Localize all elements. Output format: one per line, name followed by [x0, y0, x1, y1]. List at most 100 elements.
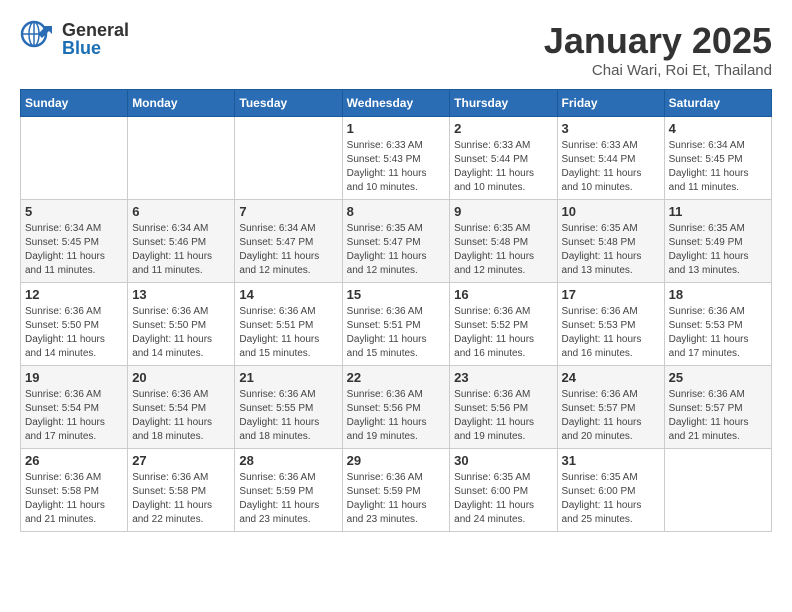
day-info: Sunrise: 6:36 AM Sunset: 5:51 PM Dayligh… — [239, 305, 337, 361]
day-number: 25 — [669, 370, 767, 385]
day-info: Sunrise: 6:36 AM Sunset: 5:58 PM Dayligh… — [25, 471, 123, 527]
weekday-header-wednesday: Wednesday — [342, 90, 450, 117]
day-number: 22 — [347, 370, 446, 385]
calendar-week-row: 5Sunrise: 6:34 AM Sunset: 5:45 PM Daylig… — [21, 200, 772, 283]
calendar-week-row: 12Sunrise: 6:36 AM Sunset: 5:50 PM Dayli… — [21, 283, 772, 366]
calendar-cell: 25 Sunrise: 6:36 AM Sunset: 5:57 PM Dayli… — [664, 366, 771, 449]
day-info: Sunrise: 6:34 AM Sunset: 5:47 PM Dayligh… — [239, 222, 337, 278]
day-number: 11 — [669, 204, 767, 219]
day-number: 20 — [132, 370, 230, 385]
calendar-cell: 4 Sunrise: 6:34 AM Sunset: 5:45 PM Daylig… — [664, 117, 771, 200]
day-number: 8 — [347, 204, 446, 219]
calendar-cell: 14 Sunrise: 6:36 AM Sunset: 5:51 PM Dayli… — [235, 283, 342, 366]
logo-icon — [20, 20, 58, 58]
day-info: Sunrise: 6:36 AM Sunset: 5:56 PM Dayligh… — [347, 388, 446, 444]
logo-general-text: General — [62, 21, 129, 39]
day-number: 14 — [239, 287, 337, 302]
day-number: 17 — [562, 287, 660, 302]
logo-blue-text: Blue — [62, 39, 129, 57]
calendar-cell: 10 Sunrise: 6:35 AM Sunset: 5:48 PM Dayli… — [557, 200, 664, 283]
calendar-cell: 7 Sunrise: 6:34 AM Sunset: 5:47 PM Daylig… — [235, 200, 342, 283]
day-info: Sunrise: 6:36 AM Sunset: 5:57 PM Dayligh… — [562, 388, 660, 444]
day-info: Sunrise: 6:36 AM Sunset: 5:50 PM Dayligh… — [25, 305, 123, 361]
calendar-cell: 1 Sunrise: 6:33 AM Sunset: 5:43 PM Daylig… — [342, 117, 450, 200]
calendar-cell: 3 Sunrise: 6:33 AM Sunset: 5:44 PM Daylig… — [557, 117, 664, 200]
day-info: Sunrise: 6:36 AM Sunset: 5:54 PM Dayligh… — [25, 388, 123, 444]
weekday-header-friday: Friday — [557, 90, 664, 117]
day-info: Sunrise: 6:35 AM Sunset: 5:48 PM Dayligh… — [454, 222, 552, 278]
day-info: Sunrise: 6:36 AM Sunset: 5:50 PM Dayligh… — [132, 305, 230, 361]
weekday-header-sunday: Sunday — [21, 90, 128, 117]
day-number: 31 — [562, 453, 660, 468]
calendar-week-row: 1 Sunrise: 6:33 AM Sunset: 5:43 PM Daylig… — [21, 117, 772, 200]
day-info: Sunrise: 6:35 AM Sunset: 5:49 PM Dayligh… — [669, 222, 767, 278]
day-info: Sunrise: 6:35 AM Sunset: 5:48 PM Dayligh… — [562, 222, 660, 278]
calendar-cell — [21, 117, 128, 200]
day-number: 9 — [454, 204, 552, 219]
calendar-week-row: 19 Sunrise: 6:36 AM Sunset: 5:54 PM Dayli… — [21, 366, 772, 449]
day-number: 13 — [132, 287, 230, 302]
calendar-cell — [235, 117, 342, 200]
day-info: Sunrise: 6:33 AM Sunset: 5:44 PM Dayligh… — [562, 139, 660, 195]
day-number: 27 — [132, 453, 230, 468]
weekday-header-thursday: Thursday — [450, 90, 557, 117]
day-info: Sunrise: 6:33 AM Sunset: 5:43 PM Dayligh… — [347, 139, 446, 195]
day-info: Sunrise: 6:36 AM Sunset: 5:57 PM Dayligh… — [669, 388, 767, 444]
calendar-cell: 9 Sunrise: 6:35 AM Sunset: 5:48 PM Daylig… — [450, 200, 557, 283]
calendar-cell: 21 Sunrise: 6:36 AM Sunset: 5:55 PM Dayli… — [235, 366, 342, 449]
day-number: 24 — [562, 370, 660, 385]
calendar-cell: 15 Sunrise: 6:36 AM Sunset: 5:51 PM Dayli… — [342, 283, 450, 366]
calendar-cell: 22 Sunrise: 6:36 AM Sunset: 5:56 PM Dayli… — [342, 366, 450, 449]
calendar-week-row: 26Sunrise: 6:36 AM Sunset: 5:58 PM Dayli… — [21, 449, 772, 532]
day-info: Sunrise: 6:36 AM Sunset: 5:59 PM Dayligh… — [239, 471, 337, 527]
day-info: Sunrise: 6:34 AM Sunset: 5:46 PM Dayligh… — [132, 222, 230, 278]
calendar-cell: 18 Sunrise: 6:36 AM Sunset: 5:53 PM Dayli… — [664, 283, 771, 366]
day-number: 6 — [132, 204, 230, 219]
calendar-cell: 31 Sunrise: 6:35 AM Sunset: 6:00 PM Dayli… — [557, 449, 664, 532]
day-info: Sunrise: 6:36 AM Sunset: 5:58 PM Dayligh… — [132, 471, 230, 527]
month-title: January 2025 — [544, 20, 772, 62]
calendar-cell: 24 Sunrise: 6:36 AM Sunset: 5:57 PM Dayli… — [557, 366, 664, 449]
day-number: 15 — [347, 287, 446, 302]
calendar-cell: 16Sunrise: 6:36 AM Sunset: 5:52 PM Dayli… — [450, 283, 557, 366]
day-info: Sunrise: 6:35 AM Sunset: 6:00 PM Dayligh… — [562, 471, 660, 527]
calendar-cell: 2Sunrise: 6:33 AM Sunset: 5:44 PM Daylig… — [450, 117, 557, 200]
calendar-cell: 27 Sunrise: 6:36 AM Sunset: 5:58 PM Dayli… — [128, 449, 235, 532]
day-number: 5 — [25, 204, 123, 219]
weekday-header-tuesday: Tuesday — [235, 90, 342, 117]
calendar-cell: 23Sunrise: 6:36 AM Sunset: 5:56 PM Dayli… — [450, 366, 557, 449]
day-info: Sunrise: 6:35 AM Sunset: 5:47 PM Dayligh… — [347, 222, 446, 278]
day-number: 18 — [669, 287, 767, 302]
calendar-table: SundayMondayTuesdayWednesdayThursdayFrid… — [20, 89, 772, 532]
day-number: 29 — [347, 453, 446, 468]
title-block: January 2025 Chai Wari, Roi Et, Thailand — [544, 20, 772, 79]
location-text: Chai Wari, Roi Et, Thailand — [544, 62, 772, 79]
calendar-cell: 28Sunrise: 6:36 AM Sunset: 5:59 PM Dayli… — [235, 449, 342, 532]
calendar-cell: 20 Sunrise: 6:36 AM Sunset: 5:54 PM Dayli… — [128, 366, 235, 449]
day-info: Sunrise: 6:36 AM Sunset: 5:54 PM Dayligh… — [132, 388, 230, 444]
calendar-cell: 19 Sunrise: 6:36 AM Sunset: 5:54 PM Dayli… — [21, 366, 128, 449]
day-number: 30 — [454, 453, 552, 468]
day-number: 10 — [562, 204, 660, 219]
day-info: Sunrise: 6:35 AM Sunset: 6:00 PM Dayligh… — [454, 471, 552, 527]
day-info: Sunrise: 6:36 AM Sunset: 5:59 PM Dayligh… — [347, 471, 446, 527]
day-info: Sunrise: 6:36 AM Sunset: 5:51 PM Dayligh… — [347, 305, 446, 361]
logo: General Blue — [20, 20, 129, 58]
day-info: Sunrise: 6:36 AM Sunset: 5:55 PM Dayligh… — [239, 388, 337, 444]
day-number: 1 — [347, 121, 446, 136]
day-number: 4 — [669, 121, 767, 136]
day-number: 21 — [239, 370, 337, 385]
calendar-cell: 26Sunrise: 6:36 AM Sunset: 5:58 PM Dayli… — [21, 449, 128, 532]
page-header: General Blue January 2025 Chai Wari, Roi… — [20, 20, 772, 79]
day-number: 3 — [562, 121, 660, 136]
day-info: Sunrise: 6:36 AM Sunset: 5:56 PM Dayligh… — [454, 388, 552, 444]
calendar-cell: 8 Sunrise: 6:35 AM Sunset: 5:47 PM Daylig… — [342, 200, 450, 283]
day-number: 7 — [239, 204, 337, 219]
day-info: Sunrise: 6:36 AM Sunset: 5:53 PM Dayligh… — [669, 305, 767, 361]
weekday-header-monday: Monday — [128, 90, 235, 117]
calendar-cell: 5Sunrise: 6:34 AM Sunset: 5:45 PM Daylig… — [21, 200, 128, 283]
day-number: 19 — [25, 370, 123, 385]
calendar-cell — [664, 449, 771, 532]
day-info: Sunrise: 6:34 AM Sunset: 5:45 PM Dayligh… — [669, 139, 767, 195]
calendar-cell: 11 Sunrise: 6:35 AM Sunset: 5:49 PM Dayli… — [664, 200, 771, 283]
